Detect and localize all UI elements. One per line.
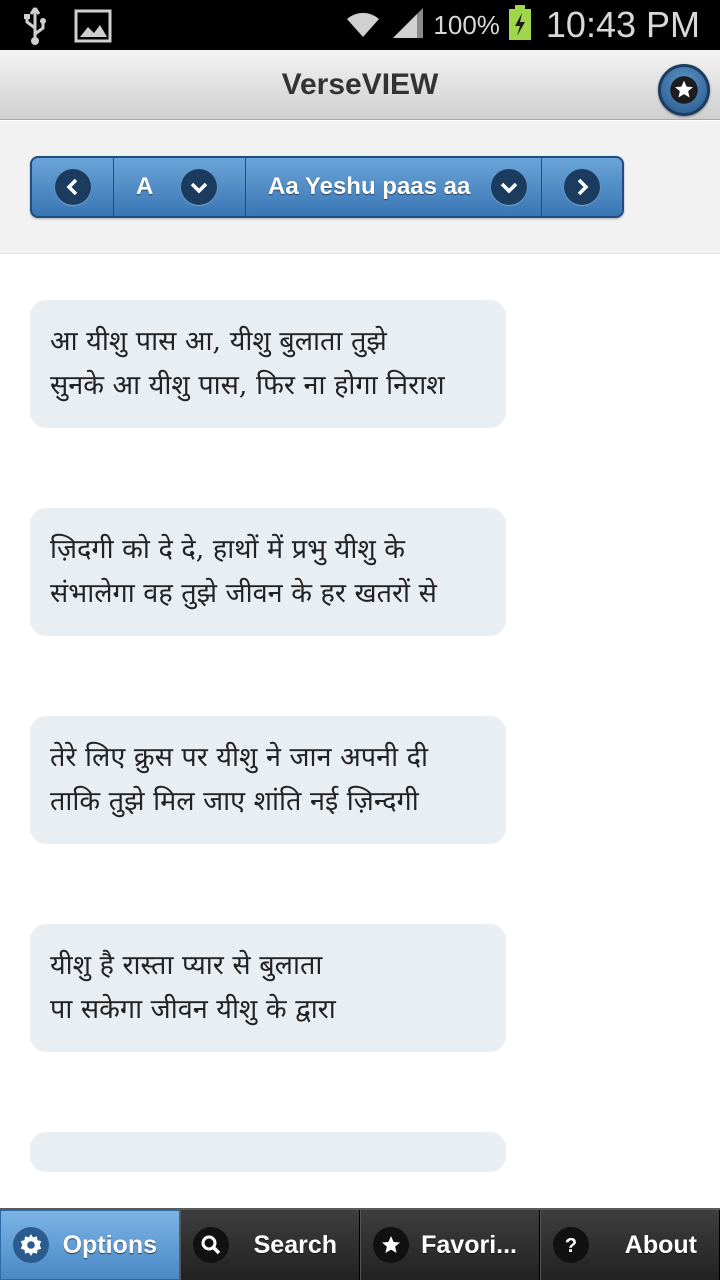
status-bar: 100% 10:43 PM (0, 0, 720, 50)
verse-line: पा सकेगा जीवन यीशु के द्वारा (50, 994, 336, 1025)
gear-icon (13, 1227, 49, 1263)
chevron-right-icon (564, 169, 600, 205)
verse-line: सुनके आ यीशु पास, फिर ना होगा निराश (50, 370, 445, 401)
svg-text:?: ? (565, 1235, 577, 1257)
letter-select-value: A (136, 173, 154, 200)
battery-percent: 100% (433, 9, 500, 40)
star-icon (373, 1227, 409, 1263)
tab-about[interactable]: ? About (540, 1210, 720, 1280)
chevron-down-icon (491, 169, 527, 205)
image-icon (74, 9, 112, 47)
chevron-down-icon (181, 169, 217, 205)
tab-options[interactable]: Options (0, 1210, 180, 1280)
verse-line: आ यीशु पास आ, यीशु बुलाता तुझे (50, 326, 387, 357)
next-song-button[interactable] (542, 158, 622, 216)
battery-charging-icon (508, 5, 532, 45)
status-system: 100% 10:43 PM (343, 0, 700, 50)
song-navigator: A Aa Yeshu paas aa (30, 156, 624, 218)
status-time: 10:43 PM (545, 4, 700, 45)
song-select-value: Aa Yeshu paas aa (268, 173, 471, 200)
bottom-tab-bar: Options Search Favori... ? About (0, 1208, 720, 1280)
chevron-left-icon (54, 169, 91, 205)
song-select[interactable]: Aa Yeshu paas aa (246, 158, 542, 216)
verse-line: ज़िदगी को दे दे, हाथों में प्रभु यीशु के (50, 534, 406, 565)
verse-line: तेरे लिए क्रुस पर यीशु ने जान अपनी दी (50, 742, 428, 773)
tab-label: Favori... (421, 1230, 517, 1259)
tab-label: Options (62, 1230, 157, 1259)
tab-favorites[interactable]: Favori... (360, 1210, 540, 1280)
song-navigation-area: A Aa Yeshu paas aa (0, 121, 720, 254)
star-icon (670, 76, 698, 104)
tab-label: About (624, 1230, 697, 1259)
tab-search[interactable]: Search (180, 1210, 360, 1280)
wifi-icon (343, 7, 383, 43)
verse-card[interactable]: आ यीशु पास आ, यीशु बुलाता तुझे सुनके आ य… (30, 300, 506, 428)
verse-card-partial[interactable] (30, 1132, 506, 1172)
app-title: VerseVIEW (281, 68, 439, 101)
verse-line: यीशु है रास्ता प्यार से बुलाता (50, 950, 323, 981)
search-icon (193, 1227, 229, 1263)
usb-icon (22, 6, 48, 50)
verse-card[interactable]: यीशु है रास्ता प्यार से बुलाता पा सकेगा … (30, 924, 506, 1052)
tab-label: Search (253, 1230, 337, 1259)
verse-line: ताकि तुझे मिल जाए शांति नई ज़िन्दगी (50, 786, 419, 817)
verse-card[interactable]: ज़िदगी को दे दे, हाथों में प्रभु यीशु के… (30, 508, 506, 636)
app-header: VerseVIEW (0, 50, 720, 120)
signal-icon (391, 6, 425, 44)
previous-song-button[interactable] (32, 158, 114, 216)
verse-card[interactable]: तेरे लिए क्रुस पर यीशु ने जान अपनी दी ता… (30, 716, 506, 844)
verse-line: संभालेगा वह तुझे जीवन के हर खतरों से (50, 578, 437, 609)
letter-select[interactable]: A (114, 158, 246, 216)
favorite-button[interactable] (658, 64, 710, 116)
status-notifications (22, 6, 112, 50)
question-icon: ? (553, 1227, 589, 1263)
